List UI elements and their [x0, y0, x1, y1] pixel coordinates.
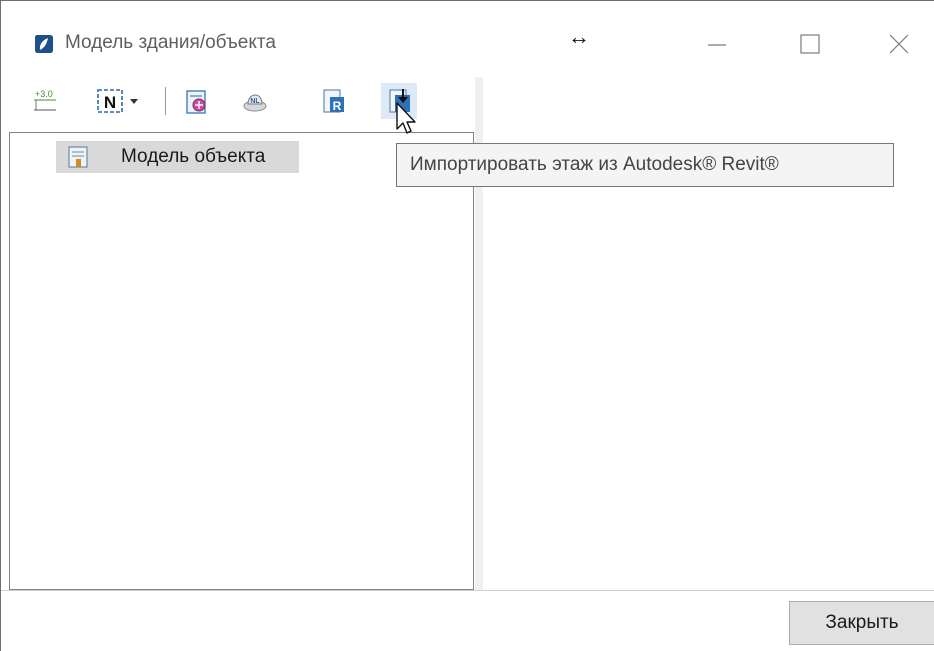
footer-divider [1, 590, 934, 591]
close-button[interactable]: Закрыть [789, 601, 934, 645]
level-elevation-label: +3.0 [35, 89, 53, 99]
tree-item-label: Модель объекта [121, 146, 266, 167]
cloud-sync-icon: NL [243, 94, 267, 112]
tooltip-text: Импортировать этаж из Autodesk® Revit® [410, 154, 779, 175]
tree-item-model[interactable]: Модель объекта [56, 141, 299, 173]
maximize-button[interactable] [797, 31, 823, 57]
tooltip: Импортировать этаж из Autodesk® Revit® [396, 143, 894, 187]
close-window-button[interactable] [886, 31, 912, 57]
north-arrow-label: N [104, 93, 116, 112]
cloud-sync-button[interactable]: NL [237, 83, 273, 119]
north-arrow-dropdown-button[interactable]: N [93, 83, 157, 119]
level-elevation-button[interactable]: +3.0 [27, 83, 63, 119]
mouse-pointer-icon [396, 102, 416, 134]
app-logo-icon [35, 35, 53, 53]
title-bar[interactable]: Модель здания/объекта ↔ [1, 1, 934, 61]
window-title: Модель здания/объекта [65, 32, 276, 53]
minimize-button[interactable] [704, 31, 730, 57]
chevron-down-icon [130, 99, 138, 104]
building-model-window: Модель здания/объекта ↔ +3.0 N NL R Моде… [0, 0, 934, 651]
level-elevation-icon: +3.0 [34, 89, 56, 111]
model-tree-panel[interactable]: Модель объекта [9, 132, 474, 590]
revit-export-button[interactable]: R [315, 83, 351, 119]
revit-export-label: R [333, 99, 342, 113]
toolbar-separator [165, 87, 166, 115]
floor-settings-button[interactable] [178, 83, 214, 119]
svg-text:NL: NL [250, 98, 260, 105]
north-arrow-icon: N [97, 89, 123, 113]
revit-export-icon: R [323, 89, 344, 113]
building-model-icon [68, 146, 88, 168]
floor-settings-icon [186, 90, 206, 114]
resize-cursor-icon: ↔ [568, 24, 590, 49]
